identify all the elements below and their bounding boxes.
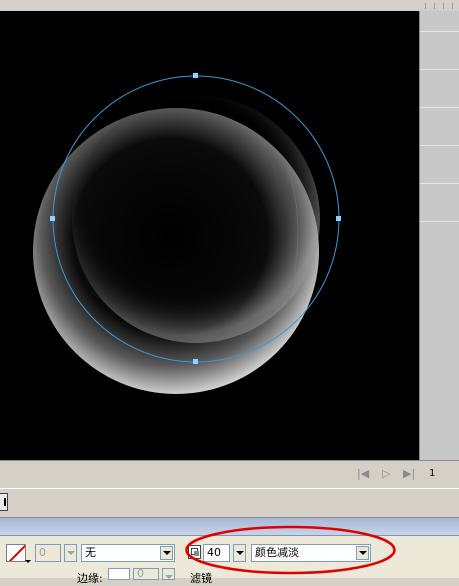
ruler-tick [425, 3, 426, 9]
ruler-tick [434, 3, 435, 9]
panel-toggle-icon[interactable] [0, 493, 8, 511]
timeline-toolbar [0, 488, 459, 518]
panel-divider [420, 69, 459, 70]
playback-bar: |◀ ▷ ▶| 1 [0, 460, 459, 488]
chevron-down-icon[interactable] [160, 546, 173, 560]
panel-divider [420, 145, 459, 146]
selection-handle-top[interactable] [193, 73, 198, 78]
edge-value-field[interactable]: 0 [133, 568, 159, 580]
stroke-width-field[interactable]: 0 [35, 544, 61, 562]
stroke-style-select[interactable]: 无 [81, 544, 175, 562]
swatch-dropdown-icon[interactable] [25, 560, 31, 563]
bubble-inner-glow [72, 95, 320, 343]
panel-divider [420, 107, 459, 108]
top-strip [0, 0, 459, 11]
right-scroll-panel[interactable] [419, 11, 459, 460]
stage-canvas[interactable] [0, 11, 419, 460]
panel-divider [420, 221, 459, 222]
ruler-tick [452, 3, 453, 9]
step-end-icon[interactable]: ▶| [403, 467, 415, 480]
stroke-color-swatch[interactable] [6, 544, 26, 562]
bubble-artwork [33, 73, 341, 394]
play-icon[interactable]: ▷ [382, 467, 390, 480]
panel-divider [420, 183, 459, 184]
highlight-annotation [185, 525, 396, 575]
edge-dropdown[interactable] [162, 568, 175, 580]
stroke-style-value: 无 [85, 546, 96, 559]
edge-label: 边缘: [77, 572, 103, 585]
selection-handle-bottom[interactable] [193, 359, 198, 364]
panel-divider [420, 31, 459, 32]
edge-color-field[interactable] [108, 568, 130, 580]
rewind-icon[interactable]: |◀ [357, 467, 369, 480]
stroke-width-dropdown[interactable] [64, 544, 77, 562]
selection-handle-left[interactable] [50, 216, 55, 221]
frame-number: 1 [429, 468, 436, 479]
selection-handle-right[interactable] [336, 216, 341, 221]
ruler-tick [443, 3, 444, 9]
